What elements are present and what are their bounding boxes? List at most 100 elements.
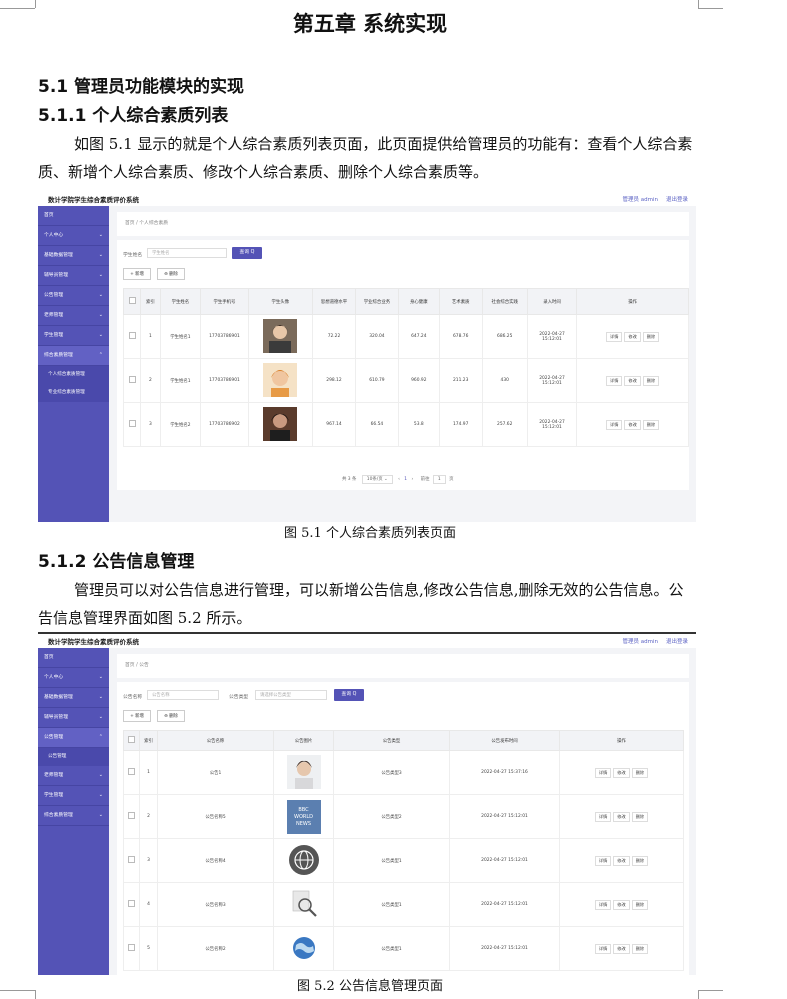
detail-button[interactable]: 详情 [606,375,623,386]
edit-button[interactable]: 修改 [613,811,630,822]
nav-teacher[interactable]: 老师管理 ⌄ [38,306,109,326]
page-size-select[interactable]: 10条/页 ⌄ [361,475,393,484]
edit-button[interactable]: 修改 [624,375,641,386]
cell: 17703786901 [200,358,249,403]
student-avatar [247,314,314,359]
cell: 3 [139,838,158,883]
detail-button[interactable]: 详情 [594,811,612,822]
nav-teacher[interactable]: 老师管理 ⌄ [38,766,109,786]
nav-quality[interactable]: 综合素质管理 ⌃ [38,346,109,366]
row-actions: 详情 修改 删除 [559,882,684,927]
edit-button[interactable]: 修改 [624,331,641,342]
nav-personal-center[interactable]: 个人中心 ⌄ [38,668,109,688]
logout-link[interactable]: 退出登录 [666,639,688,645]
goto-input[interactable]: 1 [432,475,446,484]
row-actions: 详情 修改 删除 [576,358,689,403]
delete-row-button[interactable]: 删除 [642,331,660,342]
delete-row-button[interactable]: 删除 [631,855,649,866]
delete-row-button[interactable]: 删除 [631,767,649,778]
delete-button[interactable]: ⊖ 删除 [157,268,185,280]
subsection-heading: 5.1.2 公告信息管理 [38,552,195,572]
subnav-personal-quality[interactable]: 个人综合素质管理 [38,366,109,384]
row-checkbox[interactable] [123,750,140,795]
edit-button[interactable]: 修改 [613,899,630,910]
select-all-checkbox[interactable] [122,288,142,315]
col-header: 艺术素质 [438,288,483,315]
detail-button[interactable]: 详情 [594,899,612,910]
detail-button[interactable]: 详情 [606,419,623,430]
cell: 66.54 [354,402,399,447]
row-checkbox[interactable] [123,882,140,927]
delete-row-button[interactable]: 删除 [642,375,660,386]
cell: 1 [139,750,158,795]
col-header: 学生头像 [247,288,314,315]
page-number[interactable]: 1 [404,477,407,482]
add-button[interactable]: + 新增 [123,710,151,722]
detail-button[interactable]: 详情 [594,767,612,778]
figure-5-2-screenshot: 数计学院学生综合素质评价系统 管理员 admin 退出登录 首页 个人中心 ⌄ 基础… [38,632,696,975]
search-button[interactable]: 查询 Q [334,689,364,701]
delete-row-button[interactable]: 删除 [642,419,660,430]
delete-button[interactable]: ⊖ 删除 [157,710,185,722]
search-button[interactable]: 查询 Q [232,247,262,259]
edit-button[interactable]: 修改 [613,767,630,778]
row-checkbox[interactable] [122,402,142,447]
cell: 2022-04-27 15:12:01 [526,314,578,359]
cell: 学生姓名1 [159,314,202,359]
notice-image [273,882,334,927]
detail-button[interactable]: 详情 [606,331,623,342]
search-input[interactable]: 公告名称 [147,690,219,700]
breadcrumb: 首页 / 公告 [117,654,689,678]
cell: 257.62 [481,402,528,447]
logout-link[interactable]: 退出登录 [666,197,688,203]
type-select[interactable]: 请选择公告类型 [255,690,327,700]
edit-button[interactable]: 修改 [624,419,641,430]
nav-personal-center[interactable]: 个人中心 ⌄ [38,226,109,246]
edit-button[interactable]: 修改 [613,855,630,866]
cell: 公告类型1 [333,838,450,883]
col-header: 操作 [559,730,684,751]
cell: 3 [140,402,161,447]
figure-5-1-screenshot: 数计学院学生综合素质评价系统 管理员 admin 退出登录 首页 个人中心 ⌄ 基础… [38,192,696,522]
row-checkbox[interactable] [123,794,140,839]
chevron-down-icon: ⌄ [98,232,103,238]
cell: 学生姓名1 [159,358,202,403]
cell: 17703786901 [200,314,249,359]
next-page-button[interactable]: › [412,477,414,482]
prev-page-button[interactable]: ‹ [398,477,400,482]
nav-quality[interactable]: 综合素质管理 ⌄ [38,806,109,826]
row-checkbox[interactable] [122,358,142,403]
nav-student[interactable]: 学生管理 ⌄ [38,326,109,346]
detail-button[interactable]: 详情 [594,943,612,954]
nav-basic-data[interactable]: 基础数据管理 ⌄ [38,246,109,266]
data-table: 索引 公告名称 公告图片 公告类型 公告发布时间 操作 1 公告1 公告类型3 … [123,730,684,971]
total-count: 共 3 条 [342,477,357,482]
add-button[interactable]: + 新增 [123,268,151,280]
table-row: 3 学生姓名2 17703786902 967.14 66.54 53.8 17… [122,402,689,447]
edit-button[interactable]: 修改 [613,943,630,954]
row-actions: 详情 修改 删除 [559,750,684,795]
table-row: 1 学生姓名1 17703786901 72.22 320.04 647.24 … [122,314,689,359]
subnav-major-quality[interactable]: 专业综合素质管理 [38,384,109,402]
col-header: 操作 [576,288,689,315]
row-checkbox[interactable] [122,314,142,359]
nav-home[interactable]: 首页 [38,648,109,668]
user-area: 管理员 admin 退出登录 [615,195,689,203]
detail-button[interactable]: 详情 [594,855,612,866]
search-input[interactable]: 学生姓名 [147,248,227,258]
nav-basic-data[interactable]: 基础数据管理 ⌄ [38,688,109,708]
nav-counselor[interactable]: 辅导员管理 ⌄ [38,708,109,728]
row-checkbox[interactable] [123,926,140,971]
nav-notice[interactable]: 公告管理 ⌄ [38,286,109,306]
delete-row-button[interactable]: 删除 [631,943,649,954]
nav-home[interactable]: 首页 [38,206,109,226]
row-checkbox[interactable] [123,838,140,883]
select-all-checkbox[interactable] [123,730,140,751]
delete-row-button[interactable]: 删除 [631,811,649,822]
delete-row-button[interactable]: 删除 [631,899,649,910]
nav-student[interactable]: 学生管理 ⌄ [38,786,109,806]
nav-counselor[interactable]: 辅导员管理 ⌄ [38,266,109,286]
subnav-notice[interactable]: 公告管理 [38,748,109,766]
crop-mark [35,0,36,8]
nav-notice[interactable]: 公告管理 ⌃ [38,728,109,748]
